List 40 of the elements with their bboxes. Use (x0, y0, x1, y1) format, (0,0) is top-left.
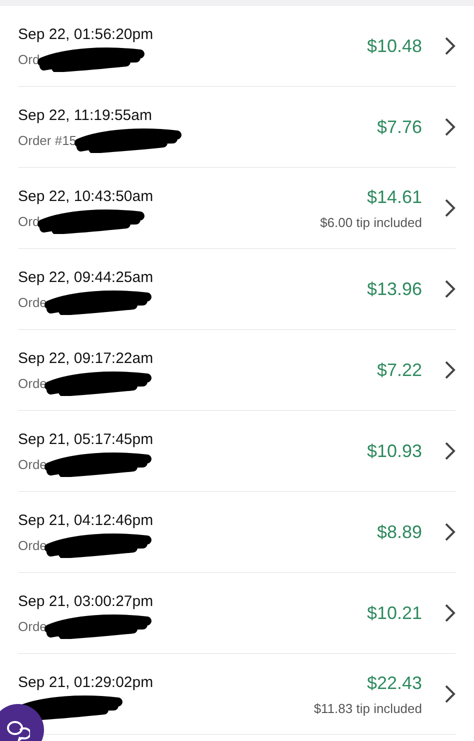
order-time: Sep 22, 09:44:25am (18, 268, 154, 288)
order-number: Orde (18, 456, 47, 474)
order-amount: $14.61 (366, 186, 422, 209)
order-row[interactable]: Sep 21, 03:00:27pm Orde $10.21 (18, 573, 456, 654)
chevron-right-icon (444, 684, 456, 704)
tip-note: $11.83 tip included (314, 700, 422, 718)
tip-note: $6.00 tip included (320, 214, 422, 232)
chevron-right-icon (444, 603, 456, 623)
order-row[interactable]: Sep 21, 04:12:46pm Orde $8.89 (18, 492, 456, 573)
order-number: Orde (18, 374, 47, 392)
order-amount: $22.43 (366, 672, 422, 695)
chevron-right-icon (444, 522, 456, 542)
order-number: Orde (18, 618, 47, 636)
chevron-right-icon (444, 441, 456, 461)
order-amount: $7.76 (376, 116, 422, 138)
order-row[interactable]: Sep 21, 05:17:45pm Orde $10.93 (18, 411, 456, 492)
chevron-right-icon (444, 117, 456, 137)
order-time: Sep 21, 01:29:02pm (18, 672, 154, 693)
order-amount: $10.93 (366, 440, 422, 462)
order-number: Orde (18, 536, 47, 554)
chevron-right-icon (444, 360, 456, 380)
chat-bubbles-icon (6, 719, 30, 741)
order-time: Sep 21, 03:00:27pm (18, 592, 154, 612)
order-time: Sep 22, 11:19:55am (18, 106, 153, 126)
order-amount: $10.21 (366, 602, 422, 624)
order-row[interactable]: Sep 22, 09:44:25am Orde $13.96 (18, 249, 456, 330)
chevron-right-icon (444, 36, 456, 56)
order-amount: $7.22 (376, 358, 422, 382)
order-amount: $8.89 (376, 520, 422, 544)
order-amount: $13.96 (366, 278, 422, 300)
order-time: Sep 21, 05:17:45pm (18, 430, 154, 450)
chevron-right-icon (444, 198, 456, 218)
order-time: Sep 22, 09:17:22am (18, 348, 154, 369)
order-row[interactable]: Sep 22, 09:17:22am Orde $7.22 (18, 330, 456, 411)
order-amount: $10.48 (366, 34, 422, 58)
order-time: Sep 21, 04:12:46pm (18, 510, 154, 531)
order-time: Sep 22, 10:43:50am (18, 186, 154, 207)
order-time: Sep 22, 01:56:20pm (18, 24, 154, 45)
chevron-right-icon (444, 279, 456, 299)
order-number: Orde (18, 294, 47, 312)
